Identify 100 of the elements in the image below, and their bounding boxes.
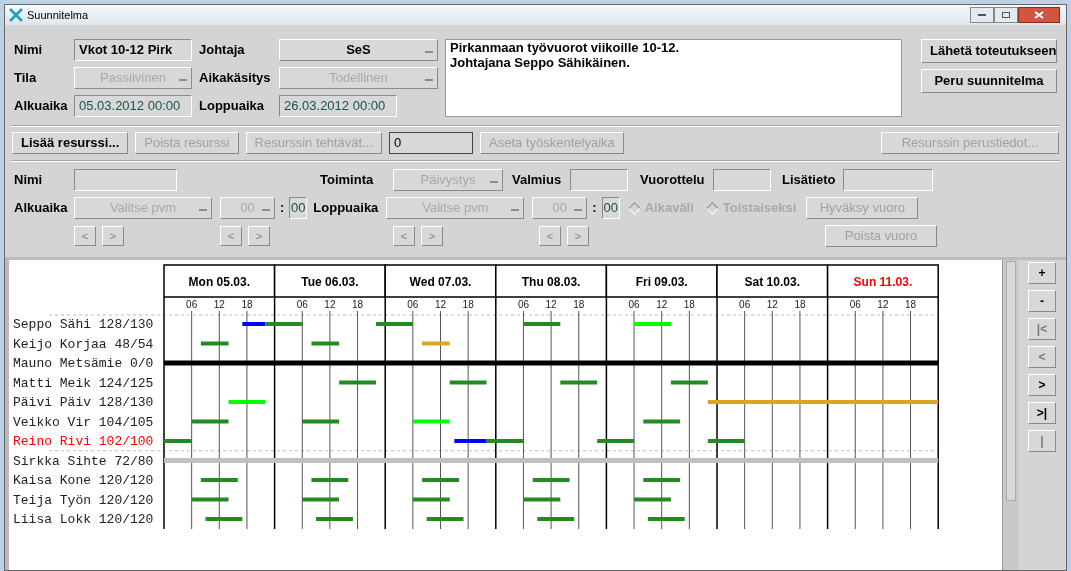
hour-tick-label: 18 [573, 299, 585, 310]
shift-bar[interactable] [200, 478, 238, 482]
day-label: Wed 07.03. [409, 275, 472, 289]
description-textarea[interactable]: Pirkanmaan työvuorot viikoille 10-12. Johtajana Seppo Sähikäinen. [445, 39, 902, 117]
resource-name[interactable]: Veikko Vir 104/105 [13, 414, 154, 430]
input-field[interactable]: 0 [389, 132, 474, 154]
hour-tick-label: 12 [434, 299, 447, 310]
hour-tick-label: 18 [241, 299, 253, 310]
day-label: Sun 11.03. [853, 275, 913, 289]
shift-bar[interactable] [647, 517, 685, 521]
shift-bar[interactable] [205, 517, 243, 521]
shift-bar[interactable] [302, 419, 340, 424]
maximize-button[interactable] [994, 7, 1018, 23]
day-label: Sat 10.03. [744, 275, 800, 289]
nav-button[interactable]: > [1028, 374, 1056, 396]
shift-bar[interactable] [191, 419, 229, 424]
resource-name[interactable]: Sirkka Sihte 72/80 [13, 453, 154, 469]
hour-tick-label: 06 [407, 299, 419, 310]
input-field[interactable]: 05.03.2012 00:00 [74, 95, 192, 117]
input-field[interactable]: 00 [289, 197, 308, 219]
shift-bar[interactable] [707, 439, 745, 443]
shift-bar[interactable] [454, 439, 487, 443]
shift-bar[interactable] [537, 517, 575, 521]
shift-bar[interactable] [311, 478, 349, 482]
shift-bar[interactable] [200, 341, 229, 346]
shift-bar[interactable] [643, 478, 681, 482]
shift-bar[interactable] [523, 322, 561, 326]
day-label: Tue 06.03. [301, 275, 359, 289]
hour-tick-label: 12 [324, 299, 336, 310]
hour-tick-label: 18 [794, 299, 806, 310]
minimize-icon [978, 14, 986, 16]
hour-tick-label: 12 [656, 299, 668, 310]
resource-name[interactable]: Kaisa Kone 120/120 [13, 473, 154, 488]
shift-bar[interactable] [412, 497, 450, 502]
minimize-button[interactable] [970, 7, 994, 23]
field-label: Nimi [14, 171, 44, 190]
shift-bar[interactable] [560, 380, 598, 385]
hour-tick-label: 06 [296, 299, 308, 310]
field-label: Alkuaika [14, 199, 69, 218]
field-label: Loppuaika [199, 97, 265, 116]
field-label: Nimi [14, 41, 44, 60]
resource-name[interactable]: Päivi Päiv 128/130 [13, 395, 154, 410]
resource-name[interactable]: Keijo Korjaa 48/54 [13, 336, 154, 352]
hour-tick-label: 12 [766, 299, 778, 310]
nav-button[interactable]: - [1028, 290, 1056, 312]
time-separator: : [592, 199, 597, 218]
input-field[interactable]: 00 [601, 197, 620, 219]
shift-bar[interactable] [242, 322, 266, 326]
resource-name[interactable]: Reino Rivi 102/100 [13, 434, 154, 449]
shift-bar[interactable] [634, 497, 671, 502]
resource-name[interactable]: Seppo Sähi 128/130 [13, 317, 154, 332]
field-label: Loppuaika [313, 199, 380, 218]
hour-tick-label: 06 [186, 299, 198, 310]
field-label: Vuorottelu [640, 171, 706, 190]
field-label: Alkuaika [14, 97, 69, 116]
shift-bar[interactable] [449, 380, 487, 385]
resource-name[interactable]: Matti Meik 124/125 [13, 375, 154, 391]
input-field[interactable]: 26.03.2012 00:00 [279, 95, 397, 117]
nav-button[interactable]: >| [1028, 402, 1056, 424]
input-field[interactable] [570, 169, 628, 191]
radio-button[interactable] [706, 201, 719, 215]
shift-bar[interactable] [426, 517, 464, 521]
day-label: Fri 09.03. [635, 275, 688, 289]
field-label: Aikakäsitys [199, 69, 272, 88]
shift-bar[interactable] [191, 497, 229, 502]
hour-tick-label: 06 [628, 299, 640, 310]
hour-tick-label: 12 [545, 299, 557, 310]
shift-bar[interactable] [670, 380, 708, 385]
maximize-icon [1002, 12, 1010, 18]
resource-name[interactable]: Liisa Lokk 120/120 [13, 512, 154, 527]
input-field[interactable] [74, 169, 177, 191]
input-field[interactable] [843, 169, 933, 191]
shift-bar[interactable] [643, 419, 681, 424]
app-icon [9, 8, 23, 22]
shift-bar[interactable] [523, 497, 561, 502]
hour-tick-label: 06 [739, 299, 751, 310]
shift-bar[interactable] [311, 341, 340, 346]
nav-button[interactable]: + [1028, 262, 1056, 284]
radio-button[interactable] [627, 201, 641, 215]
resource-name[interactable]: Mauno Metsämie 0/0 [13, 356, 154, 371]
hour-tick-label: 18 [905, 299, 917, 310]
shift-bar[interactable] [597, 439, 635, 443]
toolbar-button[interactable]: Lisää resurssi... [12, 132, 129, 154]
action-button[interactable]: Peru suunnitelma [921, 69, 1057, 93]
resource-name[interactable]: Teija Työn 120/120 [13, 492, 154, 508]
scrollbar[interactable] [1002, 260, 1018, 570]
window-title: Suunnitelma [27, 7, 89, 23]
field-label: Lisätieto [782, 171, 837, 190]
shift-bar[interactable] [532, 478, 570, 482]
hour-tick-label: 18 [683, 299, 695, 310]
dropdown[interactable]: SeS [279, 39, 438, 61]
close-button[interactable] [1018, 7, 1060, 23]
shift-bar[interactable] [302, 497, 340, 502]
input-field[interactable]: Vkot 10-12 Pirk [74, 39, 192, 61]
input-field[interactable] [713, 169, 771, 191]
shift-bar[interactable] [339, 380, 376, 385]
day-label: Mon 05.03. [188, 275, 250, 289]
action-button[interactable]: Lähetä toteutukseen [921, 39, 1057, 63]
hour-tick-label: 06 [849, 299, 861, 310]
shift-bar[interactable] [412, 419, 450, 424]
